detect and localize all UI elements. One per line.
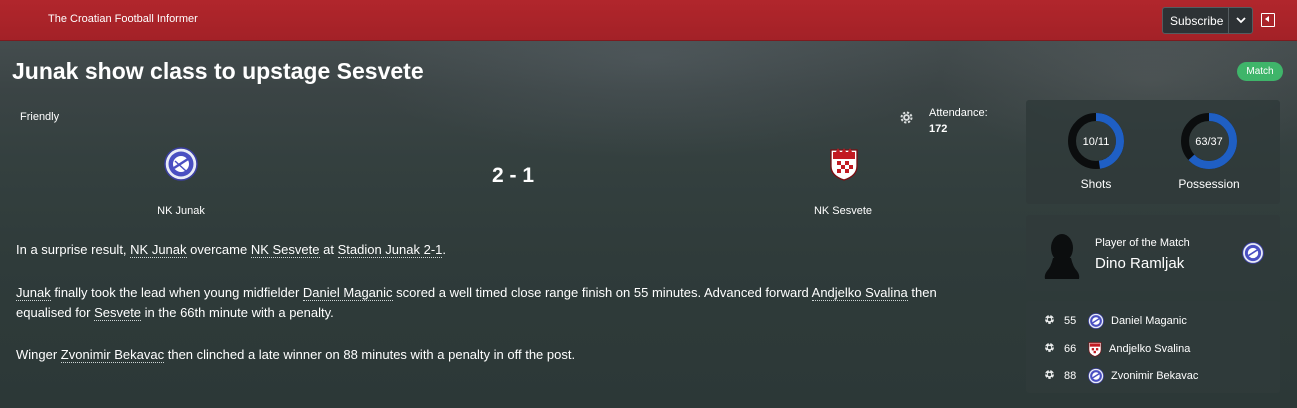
report-text: then (907, 285, 937, 300)
report-text: scored a well timed close range finish o… (392, 285, 812, 300)
report-text: In a surprise result, (16, 242, 131, 257)
goal-minute: 55 (1064, 315, 1077, 327)
club-link-sesvete[interactable]: Sesvete (94, 305, 142, 321)
newspaper-title: The Croatian Football Informer (48, 13, 198, 25)
home-team-name[interactable]: NK Junak (111, 205, 251, 217)
exit-icon[interactable] (1261, 13, 1275, 27)
stadium-gear-icon (900, 111, 913, 124)
goal-scorer[interactable]: Andjelko Svalina (1109, 343, 1190, 355)
junak-crest-icon[interactable] (164, 147, 198, 181)
match-badge: Match (1237, 62, 1283, 81)
subscribe-button[interactable]: Subscribe (1162, 7, 1253, 34)
goal-row[interactable]: 88 Zvonimir Bekavac (1044, 367, 1198, 385)
chevron-down-icon[interactable] (1228, 8, 1252, 33)
junak-crest-icon (1242, 242, 1264, 264)
stadium-link[interactable]: Stadion Junak 2-1 (337, 242, 443, 258)
goal-row[interactable]: 66 Andjelko Svalina (1044, 340, 1190, 358)
report-text: Winger (16, 347, 61, 362)
sesvete-crest-icon[interactable] (829, 147, 859, 181)
competition-label: Friendly (20, 111, 60, 123)
possession-donut[interactable]: 63/37 (1180, 112, 1238, 170)
junak-crest-icon (1088, 313, 1104, 329)
away-team-name[interactable]: NK Sesvete (773, 205, 913, 217)
subscribe-label: Subscribe (1170, 13, 1224, 28)
team-link-away[interactable]: NK Sesvete (250, 242, 320, 258)
article-headline: Junak show class to upstage Sesvete (12, 58, 424, 84)
player-link-bekavac[interactable]: Zvonimir Bekavac (60, 347, 165, 363)
attendance-value: 172 (929, 123, 948, 135)
possession-label: Possession (1178, 177, 1240, 191)
report-paragraph-3: Winger Zvonimir Bekavac then clinched a … (16, 345, 1016, 365)
newspaper-header-bar: The Croatian Football Informer Subscribe (0, 0, 1297, 41)
goal-row[interactable]: 55 Daniel Maganic (1044, 312, 1187, 330)
report-paragraph-1: In a surprise result, NK Junak overcame … (16, 240, 1016, 260)
goal-minute: 88 (1064, 370, 1077, 382)
report-text: equalised for (16, 305, 95, 320)
club-link-junak[interactable]: Junak (16, 285, 51, 301)
player-link-svalina[interactable]: Andjelko Svalina (811, 285, 908, 301)
report-text: at (319, 242, 338, 257)
shots-donut[interactable]: 10/11 (1067, 112, 1125, 170)
player-of-match-name[interactable]: Dino Ramljak (1095, 255, 1184, 272)
junak-crest-icon (1088, 368, 1104, 384)
report-text: in the 66th minute with a penalty. (141, 305, 334, 320)
goal-scorer[interactable]: Daniel Maganic (1111, 315, 1187, 327)
shots-label: Shots (1080, 177, 1112, 191)
ball-icon (1044, 369, 1055, 383)
sesvete-crest-icon (1088, 341, 1102, 357)
player-of-match-panel[interactable]: Player of the Match Dino Ramljak (1026, 215, 1280, 291)
report-paragraph-2: Junak finally took the lead when young m… (16, 283, 1016, 323)
player-link-maganic[interactable]: Daniel Maganic (302, 285, 393, 301)
goal-scorer[interactable]: Zvonimir Bekavac (1111, 370, 1198, 382)
match-score: 2 - 1 (491, 164, 535, 187)
goals-panel: 55 Daniel Maganic 66 Andjelko Svalina 88 Zvon… (1026, 301, 1280, 393)
player-of-match-label: Player of the Match (1095, 237, 1190, 249)
goal-minute: 66 (1064, 342, 1077, 355)
shots-value: 10/11 (1083, 136, 1110, 148)
report-text: finally took the lead when young midfiel… (50, 285, 303, 300)
possession-value: 63/37 (1195, 136, 1223, 148)
attendance-label: Attendance: (929, 107, 988, 119)
report-text: overcame (186, 242, 251, 257)
ball-icon (1044, 314, 1055, 328)
report-text: then clinched a late winner on 88 minute… (164, 347, 576, 362)
player-silhouette-icon (1044, 234, 1080, 279)
report-text: . (442, 242, 446, 257)
ball-icon (1044, 342, 1055, 356)
match-stats-panel: 10/11 Shots 63/37 Possession (1026, 100, 1280, 204)
team-link-home[interactable]: NK Junak (130, 242, 187, 258)
